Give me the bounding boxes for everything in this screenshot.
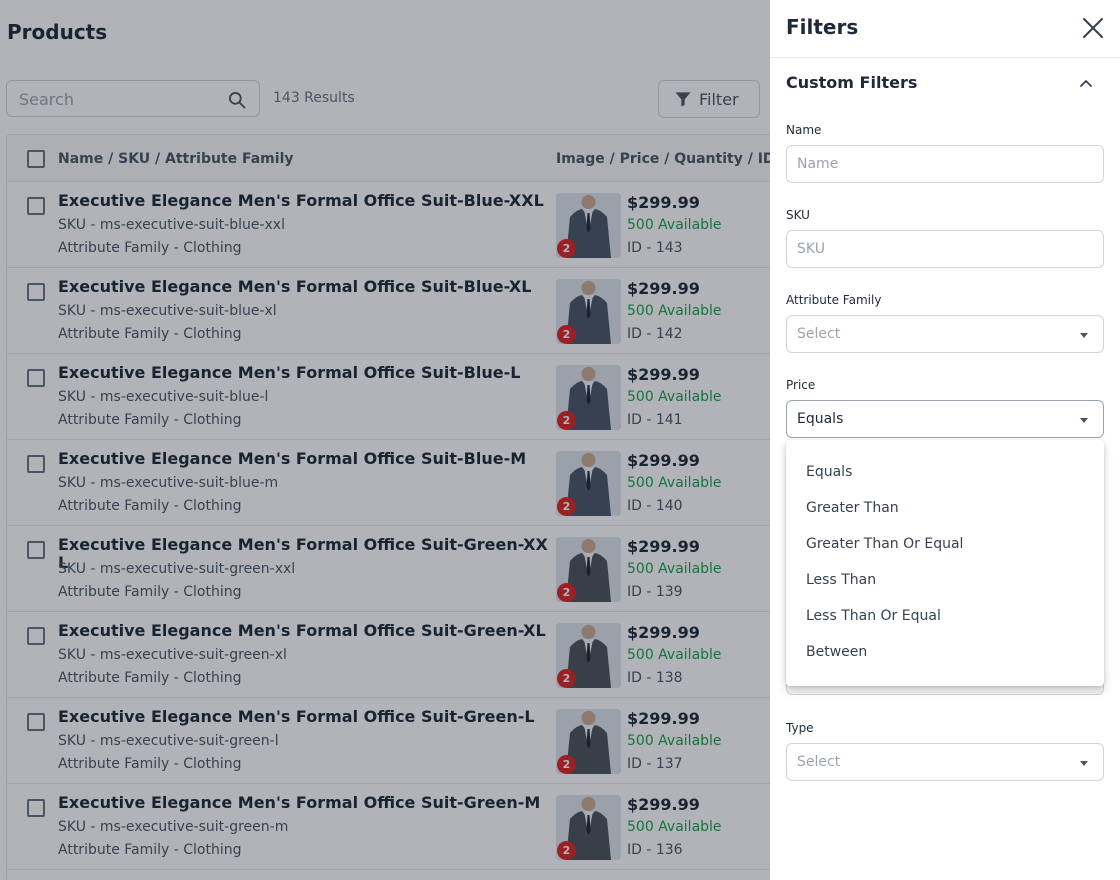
price-select[interactable]: Equals <box>786 400 1104 438</box>
name-label: Name <box>786 123 822 137</box>
sku-label: SKU <box>786 208 810 222</box>
type-select[interactable]: Select <box>786 743 1104 781</box>
price-options-dropdown: Equals Greater Than Greater Than Or Equa… <box>786 440 1104 686</box>
close-icon[interactable] <box>1081 16 1105 40</box>
type-label: Type <box>786 721 814 735</box>
attribute-family-select[interactable]: Select <box>786 315 1104 353</box>
modal-overlay[interactable] <box>0 0 770 880</box>
caret-down-icon <box>1080 418 1088 423</box>
price-select-value: Equals <box>797 411 844 427</box>
drawer-title: Filters <box>786 15 859 39</box>
price-option-greater-than-or-equal[interactable]: Greater Than Or Equal <box>786 526 1104 562</box>
price-option-between[interactable]: Between <box>786 634 1104 670</box>
price-option-less-than-or-equal[interactable]: Less Than Or Equal <box>786 598 1104 634</box>
chevron-up-icon[interactable] <box>1078 75 1094 91</box>
price-option-greater-than[interactable]: Greater Than <box>786 490 1104 526</box>
drawer-header: Filters <box>770 0 1120 58</box>
attribute-family-value: Select <box>797 326 841 342</box>
caret-down-icon <box>1080 333 1088 338</box>
type-select-value: Select <box>797 754 841 770</box>
caret-down-icon <box>1080 761 1088 766</box>
custom-filters-title[interactable]: Custom Filters <box>786 73 917 92</box>
filters-drawer: Filters Custom Filters Name SKU Attribut… <box>770 0 1120 880</box>
price-option-less-than[interactable]: Less Than <box>786 562 1104 598</box>
price-label: Price <box>786 378 816 392</box>
attribute-family-label: Attribute Family <box>786 293 882 307</box>
price-option-equals[interactable]: Equals <box>786 454 1104 490</box>
sku-input[interactable] <box>786 230 1104 268</box>
name-input[interactable] <box>786 145 1104 183</box>
